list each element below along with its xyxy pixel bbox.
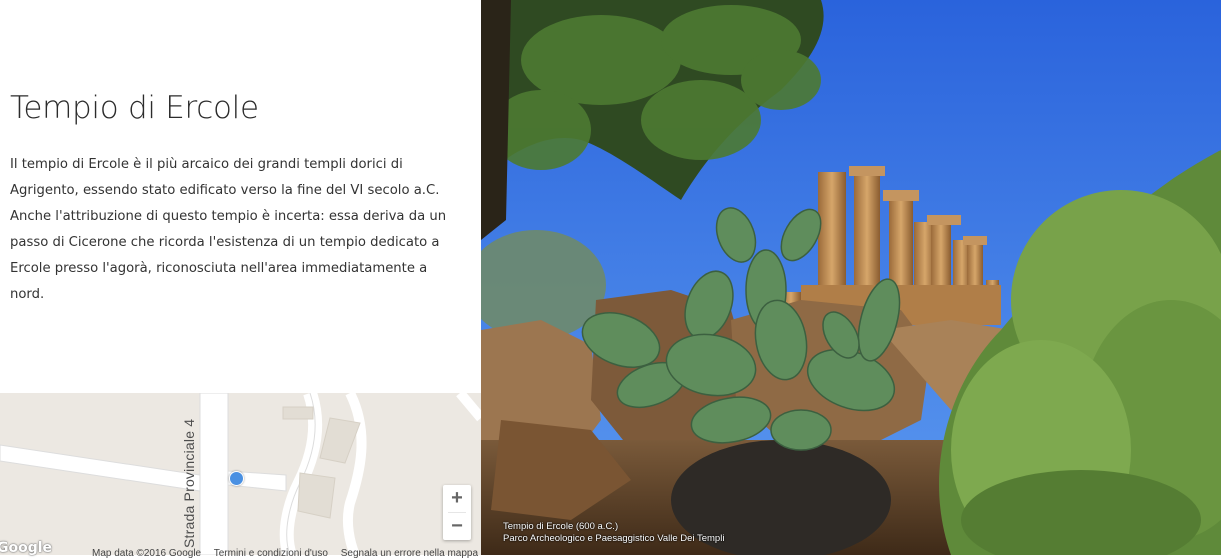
- report-link[interactable]: Segnala un errore nella mappa: [341, 548, 478, 559]
- info-panel: Tempio di Ercole Il tempio di Ercole è i…: [0, 0, 481, 393]
- zoom-in-button[interactable]: +: [443, 485, 471, 512]
- caption-subtitle: Parco Archeologico e Paesaggistico Valle…: [503, 533, 725, 544]
- temple-photo: [481, 0, 1221, 555]
- map-data-text: Map data ©2016 Google: [92, 548, 202, 559]
- zoom-out-button[interactable]: −: [443, 513, 471, 540]
- page-title: Tempio di Ercole: [10, 90, 259, 126]
- google-logo[interactable]: Google: [0, 540, 52, 556]
- photo-caption: Tempio di Ercole (600 a.C.) Parco Archeo…: [503, 521, 724, 545]
- location-marker[interactable]: [229, 471, 244, 486]
- caption-title: Tempio di Ercole (600 a.C.): [503, 521, 619, 532]
- road-label: Strada Provinciale 4: [181, 418, 197, 548]
- description-text: Il tempio di Ercole è il più arcaico dei…: [10, 157, 447, 302]
- zoom-control: + −: [443, 485, 471, 540]
- terms-link[interactable]: Termini e condizioni d'uso: [214, 548, 328, 559]
- map-attribution: Map data ©2016 Google Termini e condizio…: [92, 548, 488, 559]
